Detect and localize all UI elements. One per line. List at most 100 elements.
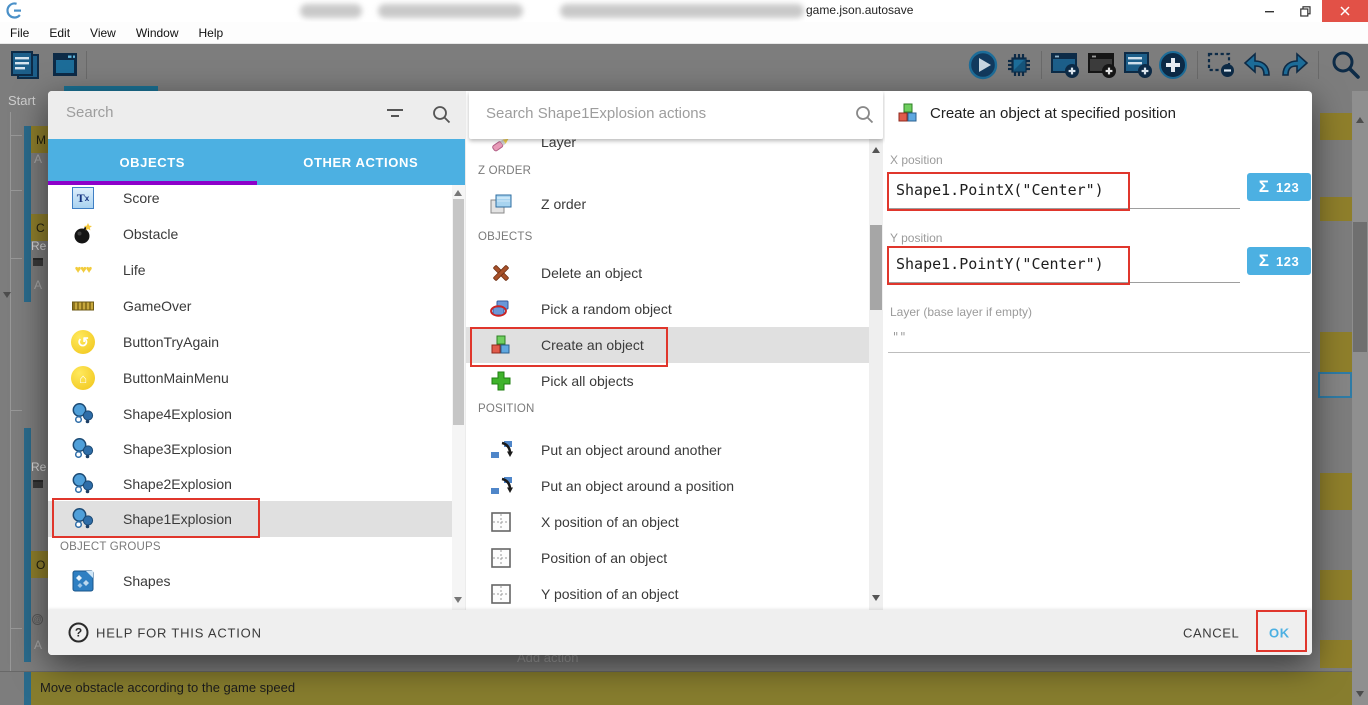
scene-tab-label[interactable]: Start Page (8, 93, 52, 109)
redo-icon[interactable] (1278, 50, 1310, 85)
magnifier-icon[interactable] (855, 105, 874, 129)
menu-file[interactable]: File (0, 22, 39, 44)
comment-text: Move obstacle according to the game spee… (40, 680, 295, 695)
object-item-shape2explosion[interactable]: Shape2Explosion (48, 466, 465, 502)
magnifier-icon[interactable] (432, 105, 451, 129)
group-item-shapes[interactable]: Shapes (48, 563, 465, 599)
comment-event-row[interactable]: Move obstacle according to the game spee… (31, 672, 1352, 705)
add-subevent-icon[interactable] (1122, 50, 1154, 85)
tab-other-actions[interactable]: OTHER ACTIONS (257, 139, 466, 185)
selected-field-outline (1318, 372, 1352, 398)
x-expression-button[interactable]: Σ 123 (1247, 173, 1311, 201)
menu-help[interactable]: Help (189, 22, 234, 44)
object-item-shape3explosion[interactable]: Shape3Explosion (48, 431, 465, 467)
window-title: game.json.autosave (806, 3, 913, 17)
explosion-particles-icon (66, 507, 100, 531)
object-search-input[interactable] (64, 103, 364, 122)
pick-random-icon (484, 298, 518, 320)
object-item-buttonmainmenu[interactable]: ⌂ ButtonMainMenu (48, 360, 465, 396)
toolbar (0, 44, 1368, 86)
object-item-shape4explosion[interactable]: Shape4Explosion (48, 396, 465, 432)
action-list-scrollbar[interactable] (869, 139, 883, 610)
action-item-pick-random-object[interactable]: Pick a random object (466, 291, 885, 327)
x-position-input[interactable] (894, 180, 1124, 200)
home-button-icon: ⌂ (66, 366, 100, 390)
action-item-put-around-position[interactable]: Put an object around a position (466, 468, 885, 504)
cancel-button[interactable]: CANCEL (1183, 625, 1239, 640)
close-button[interactable] (1322, 0, 1368, 22)
menu-window[interactable]: Window (126, 22, 189, 44)
svg-text:?: ? (75, 626, 82, 640)
blurred-title-segment (378, 4, 523, 18)
project-manager-icon[interactable] (8, 48, 42, 87)
add-new-icon[interactable] (1158, 50, 1188, 85)
sigma-icon: Σ (1259, 251, 1269, 271)
tab-objects[interactable]: OBJECTS (48, 139, 257, 185)
minimize-button[interactable] (1252, 0, 1288, 22)
section-objects: OBJECTS (478, 231, 532, 243)
search-icon[interactable] (1330, 49, 1362, 86)
restore-button[interactable] (1288, 0, 1322, 22)
events-vertical-scrollbar[interactable] (1352, 91, 1368, 705)
object-selector-panel: OBJECTS OTHER ACTIONS Tx Score Obstacle … (48, 91, 465, 610)
green-plus-icon (484, 370, 518, 392)
action-parameters-panel: Create an object at specified position X… (885, 91, 1312, 610)
create-object-cubes-icon (484, 334, 518, 356)
remove-event-icon[interactable] (1205, 50, 1237, 85)
menu-bar: File Edit View Window Help (0, 22, 1368, 44)
app-window: game.json.autosave File Edit View Window… (0, 0, 1368, 705)
action-search-input[interactable] (484, 104, 814, 123)
explosion-particles-icon (66, 437, 100, 461)
position-grid-icon (484, 547, 518, 569)
event-comment-block (1320, 570, 1352, 600)
object-list-scrollbar[interactable] (452, 185, 465, 610)
text-object-icon: Tx (66, 187, 100, 209)
action-item-z-order[interactable]: Z order (466, 186, 885, 222)
behavior-icon (33, 480, 43, 488)
undo-icon[interactable] (1242, 50, 1274, 85)
blurred-title-segment (300, 4, 362, 18)
put-around-icon (484, 475, 518, 497)
object-item-gameover[interactable]: GameOver (48, 288, 465, 324)
object-item-life[interactable]: ♥♥♥ Life (48, 252, 465, 288)
add-event-icon[interactable] (1049, 50, 1081, 85)
object-item-buttontryagain[interactable]: ↺ ButtonTryAgain (48, 324, 465, 360)
menu-view[interactable]: View (80, 22, 126, 44)
position-grid-icon (484, 511, 518, 533)
scene-editor-icon[interactable] (48, 48, 82, 87)
help-link[interactable]: HELP FOR THIS ACTION (96, 625, 262, 640)
action-item-position[interactable]: Position of an object (466, 540, 885, 576)
play-icon[interactable] (968, 50, 998, 85)
add-comment-icon[interactable] (1086, 50, 1118, 85)
toolbar-divider (1197, 51, 1198, 79)
y-expression-button[interactable]: Σ 123 (1247, 247, 1311, 275)
menu-edit[interactable]: Edit (39, 22, 80, 44)
delete-cross-icon (484, 262, 518, 284)
debug-icon[interactable] (1004, 50, 1034, 85)
action-item-x-position[interactable]: X position of an object (466, 504, 885, 540)
layer-input[interactable] (890, 329, 1190, 345)
action-search-bar (469, 91, 883, 139)
behavior-icon (33, 258, 43, 266)
action-item-pick-all-objects[interactable]: Pick all objects (466, 363, 885, 399)
object-item-score[interactable]: Tx Score (48, 180, 465, 216)
hearts-icon: ♥♥♥ (66, 264, 100, 276)
explosion-particles-icon (66, 472, 100, 496)
object-item-shape1explosion-selected[interactable]: Shape1Explosion (48, 501, 452, 537)
help-icon[interactable]: ? (68, 622, 89, 648)
y-position-input[interactable] (894, 254, 1124, 274)
gameover-banner-icon (66, 302, 100, 311)
action-item-create-object-selected[interactable]: Create an object (466, 327, 869, 363)
action-item-delete-object[interactable]: Delete an object (466, 255, 885, 291)
instruction-editor-dialog: OBJECTS OTHER ACTIONS Tx Score Obstacle … (48, 91, 1312, 655)
position-grid-icon (484, 583, 518, 605)
y-position-label: Y position (890, 231, 942, 245)
event-comment-block (1320, 197, 1352, 221)
ok-button[interactable]: OK (1269, 625, 1290, 640)
action-item-put-around-another[interactable]: Put an object around another (466, 432, 885, 468)
filter-icon[interactable] (386, 107, 404, 126)
object-item-obstacle[interactable]: Obstacle (48, 216, 465, 252)
timer-icon: @ (32, 614, 43, 625)
sigma-icon: Σ (1259, 177, 1269, 197)
action-item-y-position[interactable]: Y position of an object (466, 576, 885, 610)
